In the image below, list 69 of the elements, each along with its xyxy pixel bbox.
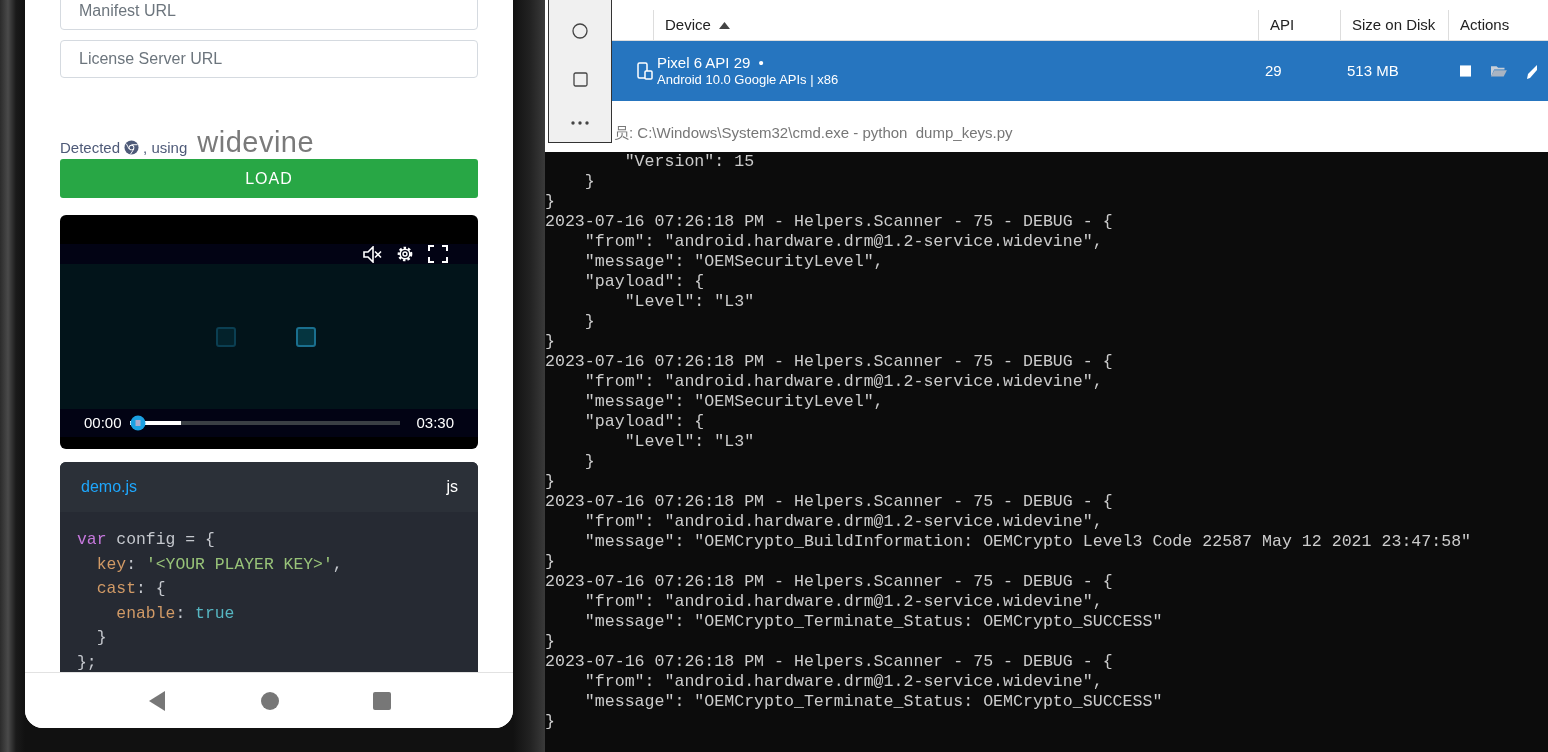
terminal-line: 2023-07-16 07:26:18 PM - Helpers.Scanner - 75 - DEBUG - { [545,572,1114,592]
duration-label: 03:30 [416,412,454,433]
column-header[interactable]: Size on Disk [1340,10,1448,40]
disk-size: 513 MB [1347,60,1399,81]
url-field[interactable]: License Server URL [60,40,478,78]
file-name: demo.js [81,477,138,497]
settings-icon[interactable] [395,244,415,264]
code-line: enable: true [115,602,236,625]
drm-logo-text: widevine [197,128,315,157]
terminal-line: "Level": "L3" [623,432,756,452]
terminal-line: 2023-07-16 07:26:18 PM - Helpers.Scanner - 75 - DEBUG - { [545,492,1114,512]
terminal-line: } [545,332,556,352]
code-line: } [95,627,108,650]
mute-icon[interactable] [363,245,382,263]
code-line: var config = { [77,529,216,551]
terminal-line: } [545,472,556,492]
window-title: 员: C:\Windows\System32\cmd.exe - python dump_keys.py [545,115,1548,152]
terminal-line: "message": "OEMSecurityLevel", [583,252,885,272]
terminal-line: "from": "android.hardware.drm@1.2-service.widevine", [583,372,1104,392]
terminal-line: } [583,452,596,472]
terminal-line: } [583,172,596,192]
api-level: 29 [1265,60,1282,81]
status-dot: • [758,53,764,71]
time-label: 00:00 [84,412,122,433]
terminal-line: "Level": "L3" [623,292,756,312]
terminal-line: "Version": 15 [623,152,756,172]
seek-handle[interactable] [129,415,146,431]
device-name: Pixel 6 API 29 [657,53,751,71]
device-details: Android 10.0 Google APIs | x86 [657,72,839,90]
terminal-line: "from": "android.hardware.drm@1.2-service.widevine", [583,512,1104,532]
terminal-line: "message": "OEMCrypto_Terminate_Status: OEMCrypto_SUCCESS" [583,692,1164,712]
terminal-line: "message": "OEMSecurityLevel", [583,392,885,412]
using-label: , using [143,140,188,157]
stop-icon[interactable] [1460,64,1472,78]
column-header[interactable]: Device [653,10,1258,40]
terminal-line: "payload": { [583,412,706,432]
loading-indicator-icon [216,325,318,348]
code-line: key: '<YOUR PLAYER KEY>', [95,553,344,576]
terminal-line: } [545,632,556,652]
more-icon[interactable] [571,121,589,126]
terminal-line: } [545,192,556,212]
phone-icon [637,62,653,80]
terminal-line: 2023-07-16 07:26:18 PM - Helpers.Scanner - 75 - DEBUG - { [545,652,1114,672]
terminal-line: "from": "android.hardware.drm@1.2-service.widevine", [583,592,1104,612]
terminal-line: } [545,712,556,732]
terminal-line: } [583,312,596,332]
detected-label: Detected [60,140,121,157]
column-header[interactable]: Actions [1448,10,1548,40]
home-icon[interactable] [260,690,280,711]
terminal-line: 2023-07-16 07:26:18 PM - Helpers.Scanner - 75 - DEBUG - { [545,352,1114,372]
browser-icon [124,140,140,155]
code-line: cast: { [95,578,167,601]
language-label: js [446,477,458,497]
device-row[interactable]: Pixel 6 API 29 • Android 10.0 Google APIs | x86 29 513 MB [612,41,1548,101]
terminal-line: 2023-07-16 07:26:18 PM - Helpers.Scanner - 75 - DEBUG - { [545,212,1114,232]
terminal-line: "from": "android.hardware.drm@1.2-service.widevine", [583,672,1104,692]
url-field[interactable]: Manifest URL [60,0,478,30]
square-icon[interactable] [572,72,588,88]
circle-icon[interactable] [572,22,588,39]
terminal-line: "from": "android.hardware.drm@1.2-service.widevine", [583,232,1104,252]
code-line: }; [77,651,98,674]
fullscreen-icon[interactable] [428,245,448,263]
recents-icon[interactable] [373,691,392,710]
terminal-line: "message": "OEMCrypto_Terminate_Status: OEMCrypto_SUCCESS" [583,612,1164,632]
terminal-line: } [545,552,556,572]
folder-icon[interactable] [1491,64,1507,78]
terminal-line: "message": "OEMCrypto_BuildInformation: OEMCrypto Level3 Code 22587 May 12 2021 23:47:58" [583,532,1473,552]
column-header[interactable]: API [1258,10,1340,40]
terminal-line: "payload": { [583,272,706,292]
